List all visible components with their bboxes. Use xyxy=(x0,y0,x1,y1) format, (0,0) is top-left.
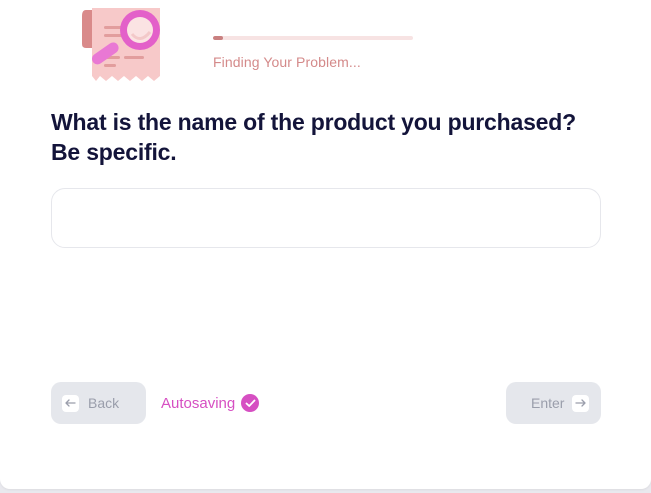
arrow-left-icon xyxy=(62,394,79,412)
check-circle-icon xyxy=(241,394,260,412)
progress-bar xyxy=(213,36,413,40)
receipt-magnifier-icon xyxy=(82,8,160,81)
back-button[interactable]: Back xyxy=(51,382,146,424)
arrow-right-icon xyxy=(572,394,590,412)
back-button-label: Back xyxy=(88,395,120,411)
autosave-indicator: Autosaving xyxy=(161,394,260,412)
enter-button[interactable]: Enter xyxy=(506,382,601,424)
question-heading: What is the name of the product you purc… xyxy=(51,109,576,165)
progress-bar-fill xyxy=(213,36,223,40)
answer-input[interactable] xyxy=(51,188,601,248)
question-card: Finding Your Problem... What is the name… xyxy=(0,0,651,489)
autosave-label: Autosaving xyxy=(161,394,236,412)
status-text: Finding Your Problem... xyxy=(213,54,361,70)
enter-button-label: Enter xyxy=(531,395,565,411)
